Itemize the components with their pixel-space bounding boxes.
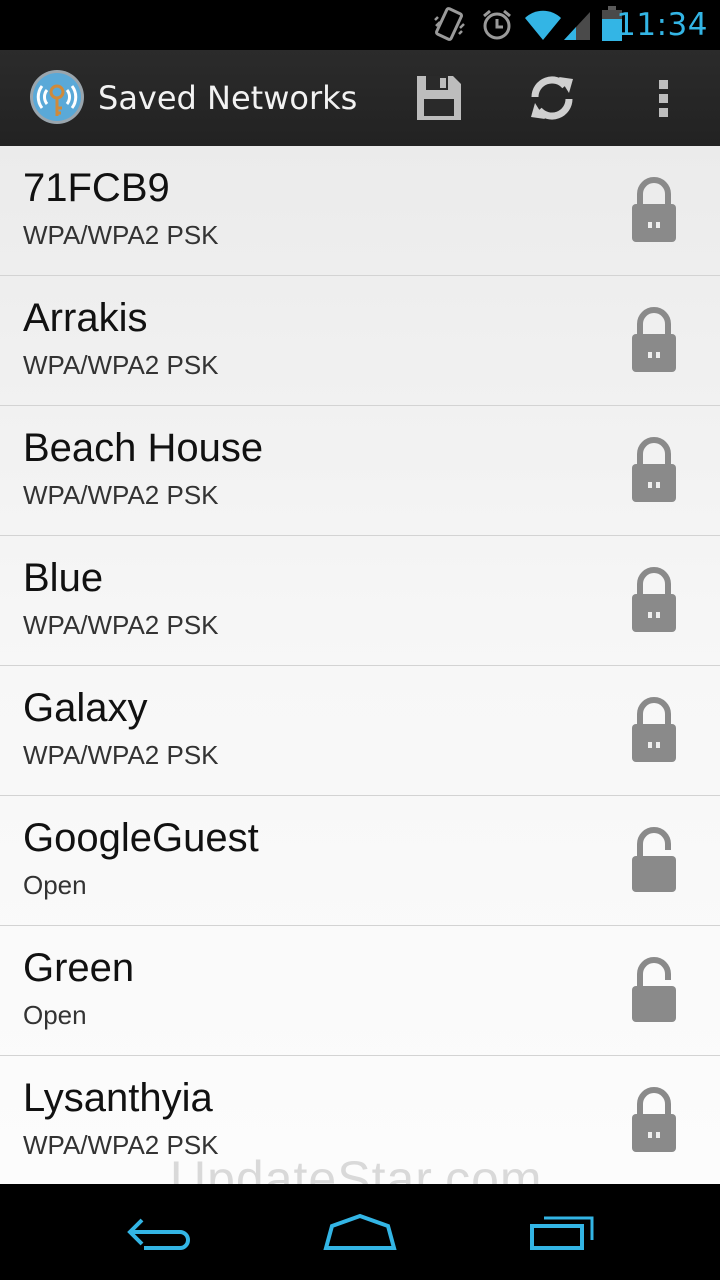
network-ssid: Lysanthyia <box>23 1076 213 1120</box>
alarm-icon <box>483 9 511 40</box>
network-ssid: Beach House <box>23 426 264 470</box>
refresh-icon <box>531 76 573 120</box>
overflow-menu-icon <box>659 80 668 117</box>
network-ssid: Arrakis <box>23 296 148 340</box>
network-ssid: Green <box>23 946 135 990</box>
page-title: Saved Networks <box>98 79 358 117</box>
network-security: WPA/WPA2 PSK <box>23 350 219 380</box>
wifi-icon <box>525 10 561 40</box>
lock-closed-icon <box>632 307 676 372</box>
action-bar: Saved Networks <box>0 50 720 147</box>
lock-closed-icon <box>632 437 676 502</box>
list-item[interactable]: Lysanthyia WPA/WPA2 PSK <box>0 1056 720 1184</box>
saved-networks-list[interactable]: 71FCB9 WPA/WPA2 PSK Arrakis WPA/WPA2 PSK… <box>0 146 720 1184</box>
network-security: WPA/WPA2 PSK <box>23 610 219 640</box>
list-item[interactable]: Beach House WPA/WPA2 PSK <box>0 406 720 536</box>
lock-closed-icon <box>632 177 676 242</box>
network-ssid: GoogleGuest <box>23 816 259 860</box>
status-clock: 11:34 <box>616 7 708 43</box>
app-logo-icon[interactable] <box>28 68 86 126</box>
list-item[interactable]: Arrakis WPA/WPA2 PSK <box>0 276 720 406</box>
list-item[interactable]: Green Open <box>0 926 720 1056</box>
recent-apps-icon <box>530 1216 594 1250</box>
network-security: WPA/WPA2 PSK <box>23 1130 219 1160</box>
lock-closed-icon <box>632 567 676 632</box>
list-item[interactable]: Blue WPA/WPA2 PSK <box>0 536 720 666</box>
network-security: WPA/WPA2 PSK <box>23 740 219 770</box>
lock-open-icon <box>632 827 676 892</box>
lock-closed-icon <box>632 1087 676 1152</box>
list-item[interactable]: 71FCB9 WPA/WPA2 PSK <box>0 146 720 276</box>
network-security: WPA/WPA2 PSK <box>23 220 219 250</box>
network-ssid: Blue <box>23 556 104 600</box>
network-security: Open <box>23 870 87 900</box>
back-button[interactable] <box>104 1202 214 1262</box>
status-bar: 11:34 <box>0 0 720 50</box>
list-item[interactable]: Galaxy WPA/WPA2 PSK <box>0 666 720 796</box>
network-ssid: 71FCB9 <box>23 166 170 210</box>
save-button[interactable] <box>409 70 469 126</box>
cell-signal-icon <box>564 12 590 40</box>
navigation-bar <box>0 1184 720 1280</box>
overflow-menu-button[interactable] <box>634 70 694 126</box>
network-ssid: Galaxy <box>23 686 148 730</box>
network-security: Open <box>23 1000 87 1030</box>
back-icon <box>127 1218 190 1250</box>
refresh-button[interactable] <box>522 70 582 126</box>
save-icon <box>417 76 461 120</box>
lock-open-icon <box>632 957 676 1022</box>
home-icon <box>323 1213 397 1250</box>
vibrate-icon <box>434 7 465 41</box>
list-item[interactable]: GoogleGuest Open <box>0 796 720 926</box>
lock-closed-icon <box>632 697 676 762</box>
recent-apps-button[interactable] <box>507 1202 617 1262</box>
home-button[interactable] <box>305 1202 415 1262</box>
network-security: WPA/WPA2 PSK <box>23 480 219 510</box>
